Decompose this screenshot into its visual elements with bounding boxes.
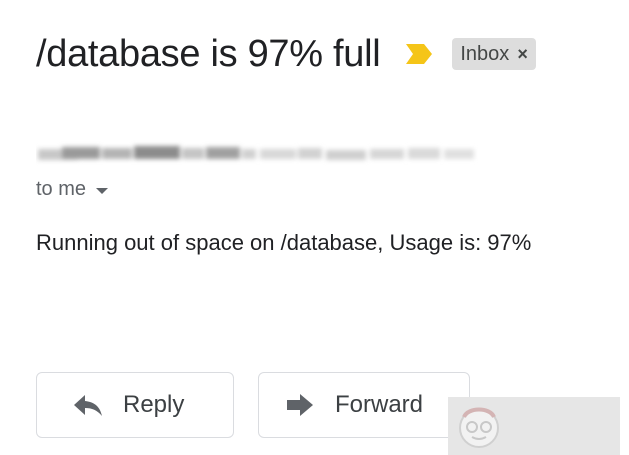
subject-row: /database is 97% full Inbox × [36,26,536,82]
watermark-logo [459,407,499,448]
email-body: Running out of space on /database, Usage… [36,230,532,255]
forward-button[interactable]: Forward [258,372,470,438]
forward-label: Forward [335,391,424,418]
email-subject: /database is 97% full [36,32,381,75]
reply-arrow-icon [73,393,103,417]
inbox-label-text: Inbox [460,42,510,65]
inbox-label-chip: Inbox × [452,38,536,70]
sender-name-blurred [36,140,478,166]
reply-button[interactable]: Reply [36,372,234,438]
recipient-details-toggle[interactable]: to me [36,178,109,201]
watermark-overlay [448,397,620,455]
importance-marker-icon[interactable] [404,43,434,65]
recipient-text: to me [36,178,87,200]
forward-arrow-icon [285,393,315,417]
chevron-down-icon [96,187,109,194]
reply-label: Reply [123,391,185,418]
email-view: /database is 97% full Inbox × to me Runn… [0,0,629,455]
label-remove-icon[interactable]: × [517,44,528,65]
